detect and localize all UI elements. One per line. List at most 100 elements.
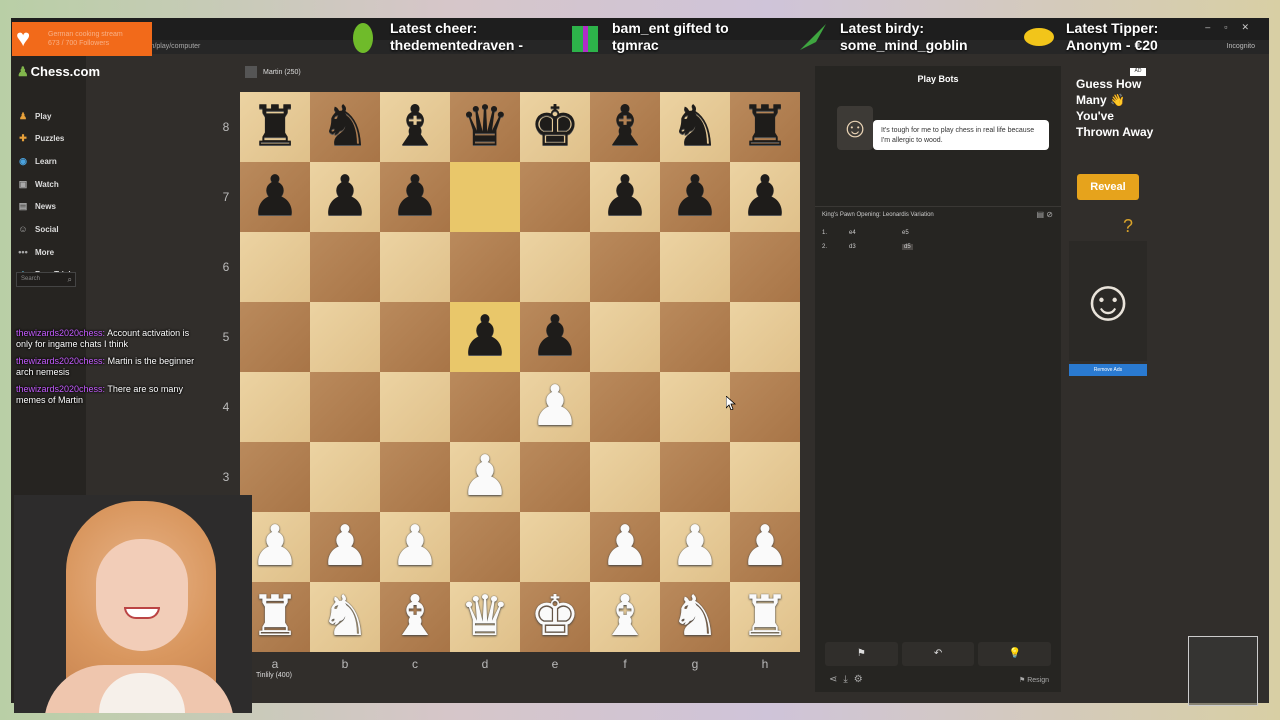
square-h1[interactable]: ♜ <box>730 582 800 652</box>
square-e3[interactable] <box>520 442 590 512</box>
square-f8[interactable]: ♝ <box>590 92 660 162</box>
square-f3[interactable] <box>590 442 660 512</box>
square-f6[interactable] <box>590 232 660 302</box>
square-h8[interactable]: ♜ <box>730 92 800 162</box>
sidebar-item-puzzles[interactable]: ✚ Puzzles <box>17 130 64 146</box>
black-pawn-icon[interactable]: ♟ <box>600 162 650 232</box>
square-c8[interactable]: ♝ <box>380 92 450 162</box>
black-move[interactable]: d5 <box>902 244 913 250</box>
square-d3[interactable]: ♟ <box>450 442 520 512</box>
black-king-icon[interactable]: ♚ <box>530 92 580 162</box>
black-move[interactable]: e5 <box>902 230 909 236</box>
black-queen-icon[interactable]: ♛ <box>460 92 510 162</box>
square-h2[interactable]: ♟ <box>730 512 800 582</box>
square-e6[interactable] <box>520 232 590 302</box>
white-queen-icon[interactable]: ♛ <box>460 582 510 652</box>
move-row[interactable]: 2. d3 d5 <box>822 244 1052 256</box>
sidebar-item-watch[interactable]: ▣ Watch <box>17 176 59 192</box>
white-pawn-icon[interactable]: ♟ <box>740 512 790 582</box>
reveal-button[interactable]: Reveal <box>1077 174 1139 200</box>
square-a4[interactable] <box>240 372 310 442</box>
black-pawn-icon[interactable]: ♟ <box>740 162 790 232</box>
square-d2[interactable] <box>450 512 520 582</box>
square-b2[interactable]: ♟ <box>310 512 380 582</box>
square-g8[interactable]: ♞ <box>660 92 730 162</box>
square-b8[interactable]: ♞ <box>310 92 380 162</box>
white-rook-icon[interactable]: ♜ <box>740 582 790 652</box>
white-pawn-icon[interactable]: ♟ <box>670 512 720 582</box>
search-input[interactable]: Search ⌕ <box>16 272 76 287</box>
white-move[interactable]: e4 <box>849 230 856 236</box>
square-a5[interactable] <box>240 302 310 372</box>
square-e4[interactable]: ♟ <box>520 372 590 442</box>
square-e8[interactable]: ♚ <box>520 92 590 162</box>
white-rook-icon[interactable]: ♜ <box>250 582 300 652</box>
white-pawn-icon[interactable]: ♟ <box>320 512 370 582</box>
black-pawn-icon[interactable]: ♟ <box>460 302 510 372</box>
square-d6[interactable] <box>450 232 520 302</box>
square-g6[interactable] <box>660 232 730 302</box>
square-b7[interactable]: ♟ <box>310 162 380 232</box>
white-move[interactable]: d3 <box>849 244 856 250</box>
square-b1[interactable]: ♞ <box>310 582 380 652</box>
white-bishop-icon[interactable]: ♝ <box>600 582 650 652</box>
sidebar-item-learn[interactable]: ◉ Learn <box>17 153 57 169</box>
square-c2[interactable]: ♟ <box>380 512 450 582</box>
black-bishop-icon[interactable]: ♝ <box>600 92 650 162</box>
white-pawn-icon[interactable]: ♟ <box>460 442 510 512</box>
flag-button[interactable]: ⚑ <box>825 642 898 666</box>
square-e7[interactable] <box>520 162 590 232</box>
square-b3[interactable] <box>310 442 380 512</box>
black-pawn-icon[interactable]: ♟ <box>390 162 440 232</box>
white-knight-icon[interactable]: ♞ <box>670 582 720 652</box>
square-c7[interactable]: ♟ <box>380 162 450 232</box>
black-pawn-icon[interactable]: ♟ <box>670 162 720 232</box>
square-b6[interactable] <box>310 232 380 302</box>
square-c4[interactable] <box>380 372 450 442</box>
black-pawn-icon[interactable]: ♟ <box>250 162 300 232</box>
black-knight-icon[interactable]: ♞ <box>670 92 720 162</box>
white-knight-icon[interactable]: ♞ <box>320 582 370 652</box>
square-h7[interactable]: ♟ <box>730 162 800 232</box>
square-d1[interactable]: ♛ <box>450 582 520 652</box>
chess-logo[interactable]: ♟ Chess.com <box>17 64 100 80</box>
black-pawn-icon[interactable]: ♟ <box>320 162 370 232</box>
square-d4[interactable] <box>450 372 520 442</box>
square-d5[interactable]: ♟ <box>450 302 520 372</box>
square-f7[interactable]: ♟ <box>590 162 660 232</box>
square-f5[interactable] <box>590 302 660 372</box>
white-king-icon[interactable]: ♚ <box>530 582 580 652</box>
remove-ads-button[interactable]: Remove Ads <box>1069 364 1147 376</box>
square-h5[interactable] <box>730 302 800 372</box>
square-d7[interactable] <box>450 162 520 232</box>
white-pawn-icon[interactable]: ♟ <box>250 512 300 582</box>
square-g5[interactable] <box>660 302 730 372</box>
black-bishop-icon[interactable]: ♝ <box>390 92 440 162</box>
undo-button[interactable]: ↶ <box>901 642 975 666</box>
square-e1[interactable]: ♚ <box>520 582 590 652</box>
square-a8[interactable]: ♜ <box>240 92 310 162</box>
square-a7[interactable]: ♟ <box>240 162 310 232</box>
book-icon[interactable]: ▤ ⊘ <box>1037 210 1053 219</box>
square-b4[interactable] <box>310 372 380 442</box>
square-g1[interactable]: ♞ <box>660 582 730 652</box>
resign-button[interactable]: ⚑ Resign <box>1019 676 1049 684</box>
square-d8[interactable]: ♛ <box>450 92 520 162</box>
share-download-settings-icons[interactable]: ⋖⤓⚙ <box>829 674 869 685</box>
square-b5[interactable] <box>310 302 380 372</box>
square-f4[interactable] <box>590 372 660 442</box>
black-knight-icon[interactable]: ♞ <box>320 92 370 162</box>
search-icon[interactable]: ⌕ <box>68 273 72 286</box>
square-g3[interactable] <box>660 442 730 512</box>
white-pawn-icon[interactable]: ♟ <box>600 512 650 582</box>
square-h6[interactable] <box>730 232 800 302</box>
sidebar-item-play[interactable]: ♟ Play <box>17 108 52 124</box>
square-e2[interactable] <box>520 512 590 582</box>
square-c3[interactable] <box>380 442 450 512</box>
square-c5[interactable] <box>380 302 450 372</box>
sidebar-item-more[interactable]: ••• More <box>17 244 54 260</box>
square-h3[interactable] <box>730 442 800 512</box>
white-bishop-icon[interactable]: ♝ <box>390 582 440 652</box>
move-row[interactable]: 1. e4 e5 <box>822 230 1052 242</box>
white-pawn-icon[interactable]: ♟ <box>530 372 580 442</box>
